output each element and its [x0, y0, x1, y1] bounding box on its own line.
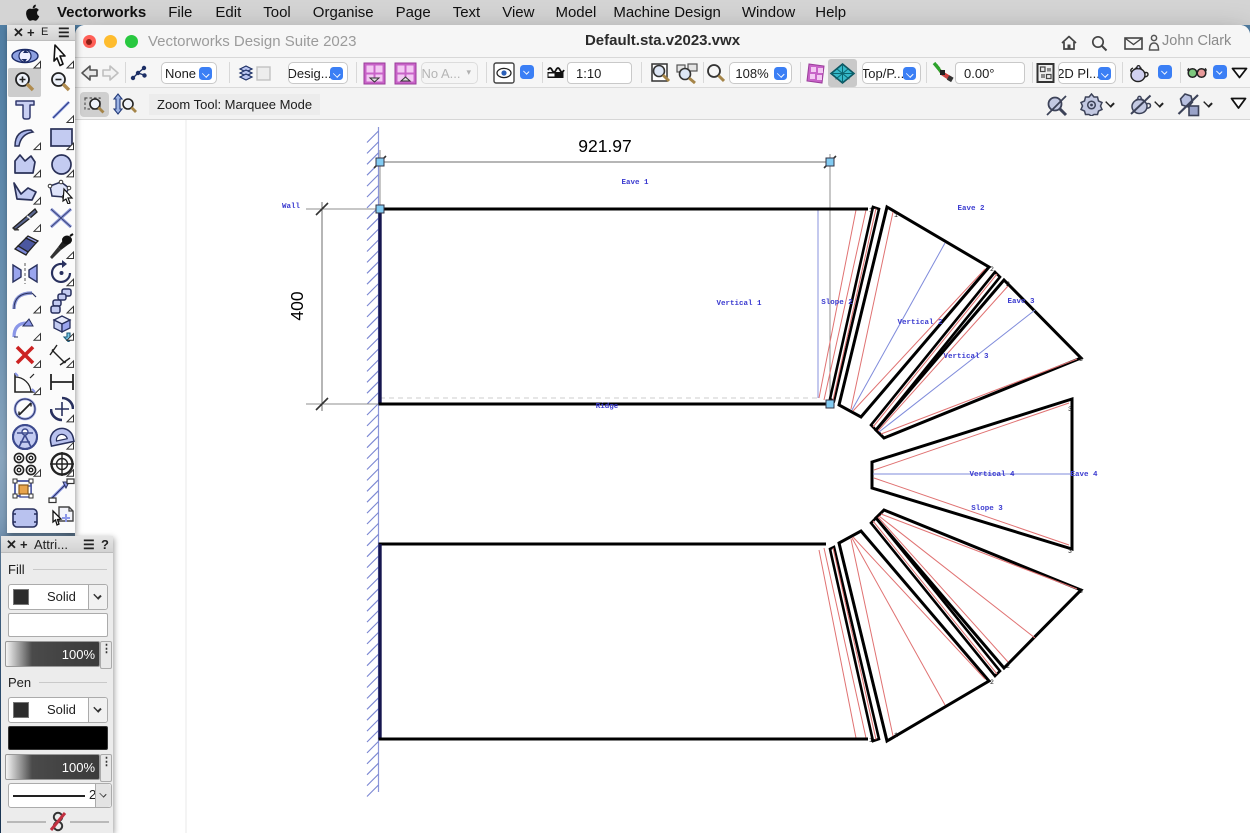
svg-text:3: 3	[1068, 548, 1072, 555]
svg-text:Vertical 1: Vertical 1	[716, 300, 762, 308]
svg-text:Slope 3: Slope 3	[971, 505, 1003, 513]
svg-text:Eave 3: Eave 3	[1007, 298, 1035, 306]
svg-text:Vertical 2: Vertical 2	[897, 319, 943, 327]
svg-text:2: 2	[990, 266, 994, 273]
svg-text:Vertical 4: Vertical 4	[969, 471, 1015, 479]
svg-text:1: 1	[869, 207, 873, 214]
svg-text:Slope 2: Slope 2	[821, 299, 853, 307]
svg-text:Ridge: Ridge	[596, 403, 619, 411]
svg-text:2: 2	[990, 679, 994, 686]
svg-text:921.97: 921.97	[578, 136, 632, 156]
svg-text:1: 1	[869, 737, 873, 744]
svg-text:3: 3	[1079, 356, 1083, 363]
svg-text:2: 2	[1006, 281, 1010, 288]
svg-text:Vertical 3: Vertical 3	[943, 353, 989, 361]
svg-text:Eave 2: Eave 2	[957, 205, 985, 213]
svg-text:3: 3	[1079, 588, 1083, 595]
svg-text:2: 2	[1006, 663, 1010, 670]
svg-text:3: 3	[1068, 406, 1072, 413]
svg-text:Wall: Wall	[282, 203, 301, 211]
svg-text:Eave 4: Eave 4	[1070, 471, 1098, 479]
svg-text:400: 400	[287, 291, 307, 320]
svg-text:Eave 1: Eave 1	[621, 179, 649, 187]
svg-text:1: 1	[894, 732, 898, 739]
svg-text:1: 1	[894, 212, 898, 219]
